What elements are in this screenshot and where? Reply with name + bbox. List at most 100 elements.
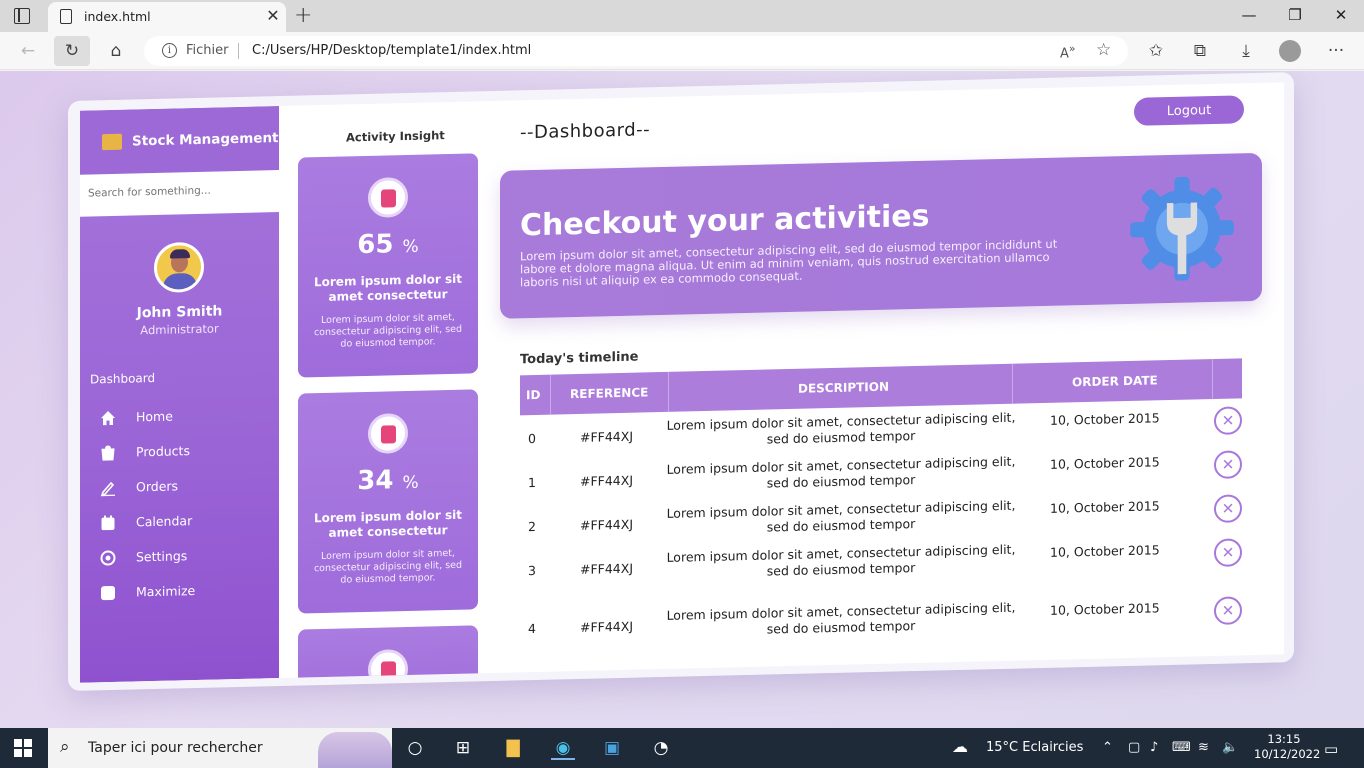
profile-avatar-icon[interactable] <box>1279 40 1301 62</box>
activity-percent: 34 % <box>298 463 478 497</box>
home-icon <box>101 411 115 426</box>
weather-text[interactable]: 15°C Eclaircies <box>986 740 1083 755</box>
more-options-icon[interactable]: ··· <box>1324 40 1348 62</box>
language-icon[interactable]: ⌨ <box>1172 740 1191 755</box>
favorites-icon[interactable]: ✩ <box>1144 40 1168 62</box>
weather-icon[interactable]: ☁ <box>952 737 968 756</box>
cortana-icon[interactable]: ○ <box>403 736 427 760</box>
calendar-icon <box>101 515 115 531</box>
logout-button[interactable]: Logout <box>1134 95 1244 126</box>
header-divider <box>1012 363 1013 404</box>
notifications-icon[interactable]: ▭ <box>1324 740 1338 758</box>
sidebar-item-products[interactable]: Products <box>80 433 279 473</box>
device-icon[interactable]: ▢ <box>1128 740 1140 755</box>
gear-wrench-icon <box>1130 176 1234 281</box>
activity-unit: % <box>402 236 419 258</box>
search-input[interactable] <box>88 183 268 200</box>
page-viewport: Stock Management John Smith Administrato… <box>0 71 1364 728</box>
collections-icon[interactable]: ⧉ <box>1188 40 1212 62</box>
header-divider <box>668 371 669 412</box>
read-aloud-icon[interactable]: A» <box>1060 42 1076 61</box>
column-header: REFERENCE <box>570 385 649 402</box>
activity-title: Activity Insight <box>346 128 445 145</box>
sidebar-item-home[interactable]: Home <box>80 398 279 438</box>
file-explorer-icon[interactable]: ▇ <box>501 736 525 760</box>
add-favorite-icon[interactable]: ☆ <box>1096 40 1111 60</box>
activity-value: 34 <box>357 465 394 497</box>
restore-window-button[interactable]: ❐ <box>1280 6 1310 24</box>
target-icon <box>368 648 408 683</box>
sidebar-item-label: Orders <box>136 478 179 495</box>
avatar <box>154 241 204 293</box>
row-id: 1 <box>528 474 536 491</box>
activity-card: 65 % Lorem ipsum dolor sit amet consecte… <box>298 153 478 378</box>
activity-card-title: Lorem ipsum dolor sit amet consectetur <box>314 271 462 304</box>
delete-row-icon[interactable]: ✕ <box>1214 450 1242 479</box>
brand: Stock Management <box>80 106 279 175</box>
minimize-window-button[interactable]: — <box>1234 6 1264 24</box>
table-row: 4 #FF44XJ Lorem ipsum dolor sit amet, co… <box>520 588 1242 649</box>
header-divider <box>1212 359 1213 400</box>
row-description: Lorem ipsum dolor sit amet, consectetur … <box>666 453 1016 491</box>
sidebar-item-orders[interactable]: Orders <box>80 468 279 508</box>
tab-title: index.html <box>84 9 151 24</box>
close-window-button[interactable]: ✕ <box>1326 6 1356 24</box>
volume-icon[interactable]: 🔈 <box>1222 740 1238 755</box>
hero-title: Checkout your activities <box>520 198 930 244</box>
row-date: 10, October 2015 <box>1050 542 1160 560</box>
sidebar-item-calendar[interactable]: Calendar <box>80 503 279 543</box>
column-header: ORDER DATE <box>1072 373 1158 390</box>
wifi-icon[interactable]: ≋ <box>1198 740 1209 755</box>
downloads-icon[interactable]: ⤓ <box>1234 40 1258 62</box>
dashboard-frame: Stock Management John Smith Administrato… <box>68 72 1294 691</box>
sidebar-section-title: Dashboard <box>90 370 156 387</box>
browser-toolbar: ← ↻ ⌂ i Fichier C:/Users/HP/Desktop/temp… <box>0 32 1364 70</box>
edge-browser-icon[interactable]: ◉ <box>551 736 575 760</box>
user-role: Administrator <box>140 321 219 338</box>
tab-actions-icon[interactable] <box>14 8 30 24</box>
brand-name: Stock Management <box>132 130 279 150</box>
page-icon <box>60 9 72 24</box>
browser-tab[interactable]: index.html ✕ <box>48 2 286 32</box>
microphone-icon[interactable]: ♪ <box>1150 740 1158 755</box>
delete-row-icon[interactable]: ✕ <box>1214 406 1242 435</box>
windows-start-icon[interactable] <box>14 739 32 757</box>
sidebar-item-label: Home <box>136 408 173 425</box>
sidebar-item-maximize[interactable]: Maximize <box>80 573 279 613</box>
row-id: 4 <box>528 620 536 637</box>
activity-card: 34 % Lorem ipsum dolor sit amet consecte… <box>298 389 478 614</box>
sidebar-item-label: Settings <box>136 548 188 565</box>
address-bar[interactable]: i Fichier C:/Users/HP/Desktop/template1/… <box>144 36 1128 66</box>
delete-row-icon[interactable]: ✕ <box>1214 596 1242 625</box>
address-url[interactable]: C:/Users/HP/Desktop/template1/index.html <box>252 43 531 58</box>
new-tab-button[interactable]: + <box>294 3 312 28</box>
task-view-icon[interactable]: ⊞ <box>451 736 475 760</box>
sidebar: Stock Management John Smith Administrato… <box>80 106 279 683</box>
home-browser-icon[interactable]: ⌂ <box>104 40 128 62</box>
refresh-icon[interactable]: ↻ <box>54 36 90 66</box>
chart-icon <box>368 412 408 454</box>
delete-row-icon[interactable]: ✕ <box>1214 538 1242 567</box>
row-reference: #FF44XJ <box>580 560 634 577</box>
row-id: 0 <box>528 430 536 447</box>
info-icon[interactable]: i <box>162 43 177 58</box>
avatar-body <box>163 272 197 293</box>
close-tab-icon[interactable]: ✕ <box>264 6 282 25</box>
activity-value: 65 <box>357 229 394 261</box>
page-title: --Dashboard-- <box>520 119 651 144</box>
chevron-up-icon[interactable]: ⌃ <box>1102 740 1113 755</box>
timeline-table: ID REFERENCE DESCRIPTION ORDER DATE 0 #F… <box>520 358 1242 649</box>
code-editor-icon[interactable]: ▣ <box>600 736 624 760</box>
activity-card-desc: Lorem ipsum dolor sit amet, consectetur … <box>313 547 463 586</box>
taskbar-search[interactable]: ⌕ Taper ici pour rechercher <box>48 728 392 768</box>
orders-icon <box>100 481 115 497</box>
products-icon <box>101 445 115 461</box>
delete-row-icon[interactable]: ✕ <box>1214 494 1242 523</box>
address-scheme: Fichier <box>186 43 229 58</box>
avatar-hair <box>170 249 190 259</box>
screen-recorder-icon[interactable]: ◔ <box>649 736 673 760</box>
system-clock[interactable]: 13:15 10/12/2022 <box>1254 732 1320 762</box>
sidebar-item-settings[interactable]: Settings <box>80 538 279 578</box>
row-description: Lorem ipsum dolor sit amet, consectetur … <box>666 541 1016 579</box>
back-icon[interactable]: ← <box>16 40 40 62</box>
